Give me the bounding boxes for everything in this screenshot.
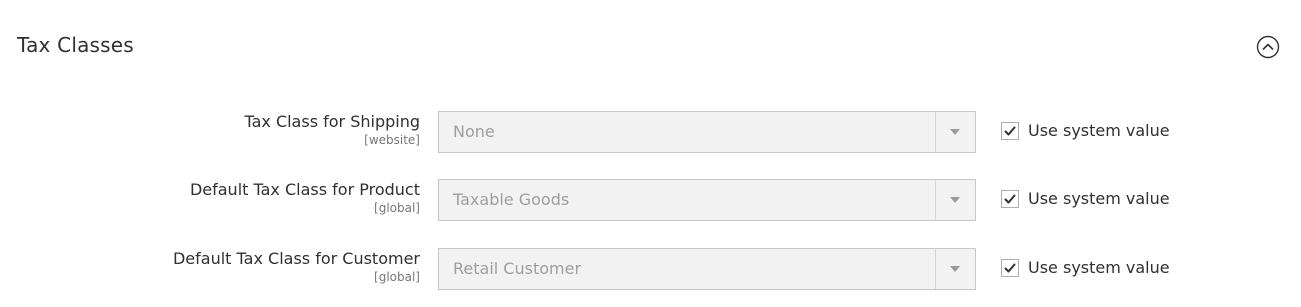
field-row-shipping-tax-class: Tax Class for Shipping [website] None Us… xyxy=(0,111,1301,153)
select-value: Taxable Goods xyxy=(453,190,570,209)
use-system-value-toggle[interactable]: Use system value xyxy=(1001,121,1170,141)
checkmark-icon xyxy=(1004,194,1016,204)
use-system-value-toggle[interactable]: Use system value xyxy=(1001,189,1170,209)
scope-label: [global] xyxy=(374,201,420,215)
field-row-customer-tax-class: Default Tax Class for Customer [global] … xyxy=(0,248,1301,290)
caret-down-icon xyxy=(950,129,960,135)
customer-tax-class-select[interactable]: Retail Customer xyxy=(438,248,976,290)
field-row-product-tax-class: Default Tax Class for Product [global] T… xyxy=(0,179,1301,221)
use-system-value-label[interactable]: Use system value xyxy=(1028,121,1170,141)
tax-classes-panel: Tax Classes Tax Class for Shipping [webs… xyxy=(0,0,1301,307)
checkmark-icon xyxy=(1004,263,1016,273)
field-label: Tax Class for Shipping xyxy=(244,112,420,131)
use-system-value-checkbox[interactable] xyxy=(1001,122,1019,140)
shipping-tax-class-select[interactable]: None xyxy=(438,111,976,153)
collapse-button[interactable] xyxy=(1256,35,1280,59)
field-label: Default Tax Class for Product xyxy=(189,180,420,199)
field-label: Default Tax Class for Customer xyxy=(172,249,420,268)
use-system-value-checkbox[interactable] xyxy=(1001,190,1019,208)
use-system-value-toggle[interactable]: Use system value xyxy=(1001,258,1170,278)
caret-down-icon xyxy=(950,266,960,272)
field-label-group: Default Tax Class for Customer [global] xyxy=(173,248,420,284)
select-divider xyxy=(935,180,936,220)
scope-label: [global] xyxy=(374,270,420,284)
field-label-group: Tax Class for Shipping [website] xyxy=(244,111,420,147)
checkmark-icon xyxy=(1004,126,1016,136)
select-divider xyxy=(935,112,936,152)
select-value: Retail Customer xyxy=(453,259,582,278)
caret-down-icon xyxy=(950,197,960,203)
select-divider xyxy=(935,249,936,289)
use-system-value-label[interactable]: Use system value xyxy=(1028,258,1170,278)
chevron-up-circle-icon xyxy=(1256,35,1280,59)
scope-label: [website] xyxy=(364,133,420,147)
section-title[interactable]: Tax Classes xyxy=(17,31,134,59)
use-system-value-checkbox[interactable] xyxy=(1001,259,1019,277)
product-tax-class-select[interactable]: Taxable Goods xyxy=(438,179,976,221)
use-system-value-label[interactable]: Use system value xyxy=(1028,189,1170,209)
field-label-group: Default Tax Class for Product [global] xyxy=(190,179,420,215)
select-value: None xyxy=(453,122,495,141)
